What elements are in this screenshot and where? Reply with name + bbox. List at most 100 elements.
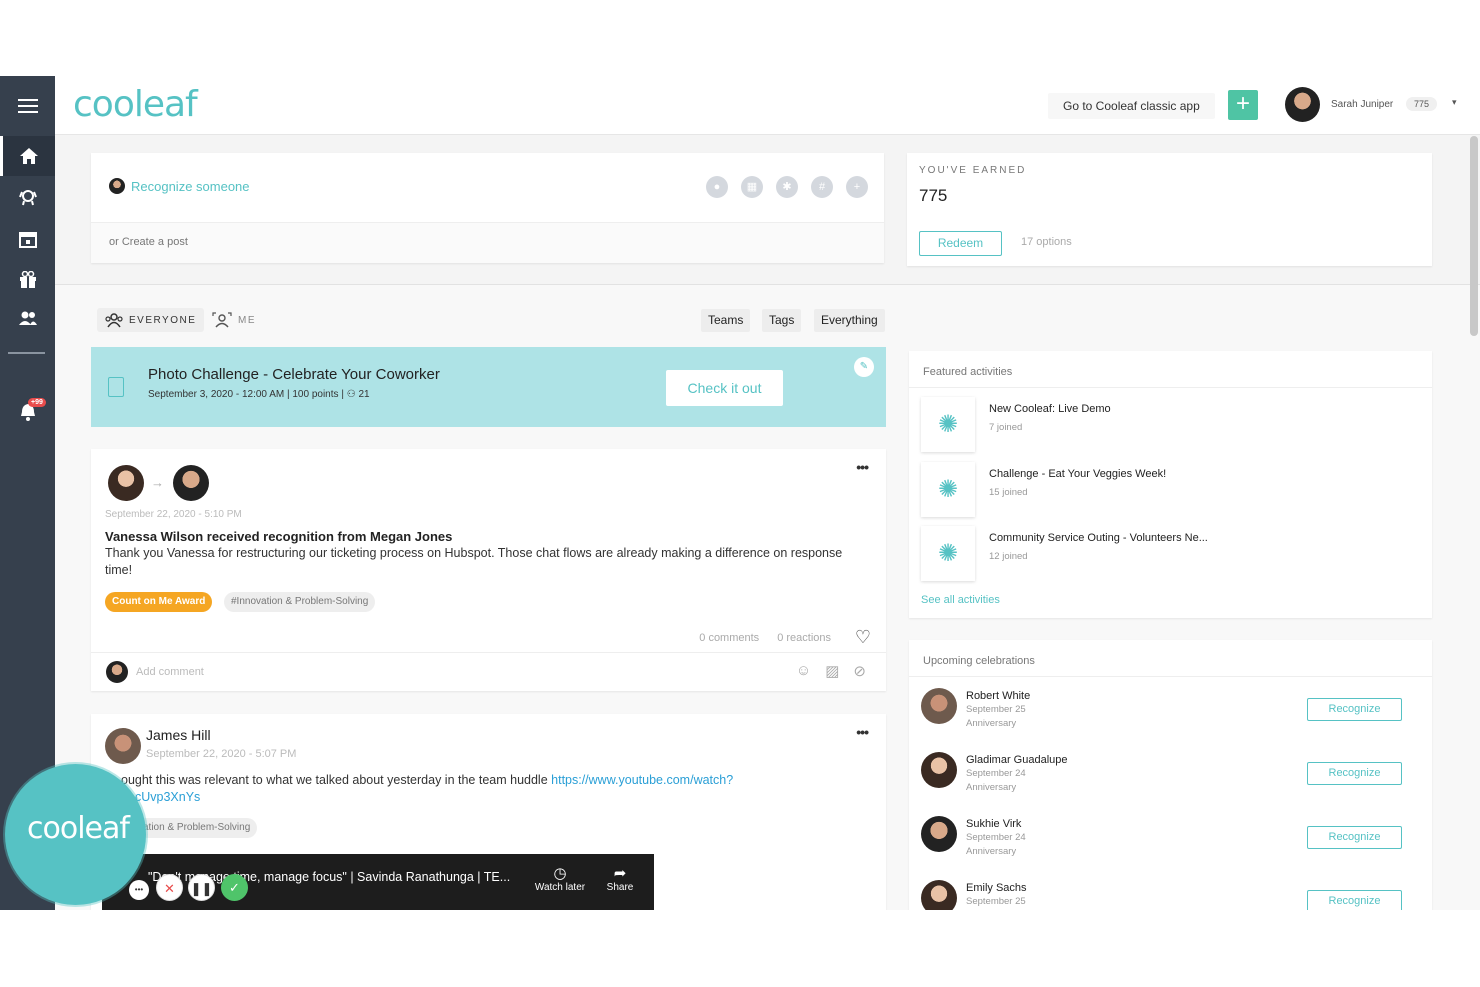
celebrant-avatar[interactable] — [921, 752, 957, 788]
earned-card: YOU'VE EARNED 775 Redeem 17 options — [907, 153, 1432, 266]
pause-recording-icon[interactable]: ❚❚ — [188, 874, 215, 901]
activity-item[interactable]: ✺ Challenge - Eat Your Veggies Week! 15 … — [921, 462, 1421, 517]
challenge-title[interactable]: Photo Challenge - Celebrate Your Coworke… — [148, 366, 440, 383]
recognize-button[interactable]: Recognize — [1307, 826, 1402, 849]
activity-name[interactable]: Community Service Outing - Volunteers Ne… — [989, 532, 1208, 544]
activity-thumbnail-icon: ✺ — [921, 397, 975, 452]
bulb-icon[interactable]: ● — [706, 176, 728, 198]
user-avatar[interactable] — [1285, 87, 1320, 122]
challenge-points: 100 points — [292, 389, 339, 400]
emoji-icon[interactable]: ☺ — [796, 662, 811, 680]
celebrant-name[interactable]: Emily Sachs — [966, 882, 1027, 894]
author-avatar[interactable] — [105, 728, 141, 764]
author-name[interactable]: James Hill — [146, 727, 211, 743]
cooleaf-logo[interactable]: cooleaf — [73, 84, 198, 125]
comments-count[interactable]: 0 comments — [699, 632, 759, 644]
header-divider — [55, 284, 1480, 285]
page-scrollbar[interactable] — [1470, 136, 1478, 336]
celebration-type: Anniversary — [966, 846, 1017, 857]
celebrant-avatar[interactable] — [921, 816, 957, 852]
activity-item[interactable]: ✺ Community Service Outing - Volunteers … — [921, 526, 1421, 581]
recognize-label: Recognize someone — [131, 178, 250, 194]
celebrations-title: Upcoming celebrations — [923, 655, 1035, 667]
calendar-icon[interactable] — [0, 219, 55, 259]
tab-teams[interactable]: Teams — [701, 309, 751, 332]
activity-item[interactable]: ✺ New Cooleaf: Live Demo 7 joined — [921, 397, 1421, 452]
award-icon[interactable] — [0, 177, 55, 217]
heart-icon[interactable]: ♡ — [855, 627, 871, 648]
people-icon[interactable] — [0, 298, 55, 338]
celebrant-avatar[interactable] — [921, 688, 957, 724]
group-icon — [105, 313, 123, 328]
more-control-icon[interactable]: ••• — [129, 880, 149, 900]
activity-name[interactable]: New Cooleaf: Live Demo — [989, 403, 1111, 415]
menu-icon[interactable] — [0, 86, 55, 126]
celebration-item: Emily Sachs September 25 Recognize — [921, 880, 1421, 910]
youtube-link-cont[interactable]: cUvp3XnYs — [135, 790, 200, 804]
filter-everyone[interactable]: EVERYONE — [97, 308, 205, 332]
tab-everything[interactable]: Everything — [814, 309, 885, 332]
celebration-date: September 25 — [966, 704, 1026, 715]
cancel-recording-icon[interactable]: ✕ — [156, 874, 183, 901]
receiver-avatar[interactable] — [173, 465, 209, 501]
challenge-participants: 21 — [358, 389, 370, 400]
redeem-button[interactable]: Redeem — [919, 231, 1002, 256]
post2-body: ought this was relevant to what we talke… — [121, 772, 861, 806]
activity-thumbnail-icon: ✺ — [921, 526, 975, 581]
celebrant-name[interactable]: Sukhie Virk — [966, 818, 1021, 830]
home-icon[interactable] — [0, 136, 55, 176]
watch-later-label: Watch later — [534, 882, 586, 893]
image-icon[interactable]: ▨ — [825, 662, 839, 680]
activity-name[interactable]: Challenge - Eat Your Veggies Week! — [989, 468, 1166, 480]
bell-icon[interactable] — [0, 392, 55, 432]
celebrant-name[interactable]: Gladimar Guadalupe — [966, 754, 1068, 766]
clock-icon: ◷ — [553, 865, 567, 882]
create-post-link[interactable]: or Create a post — [91, 222, 884, 263]
attachment-icon[interactable]: ⊘ — [853, 662, 866, 680]
see-all-activities-link[interactable]: See all activities — [921, 594, 1000, 606]
watch-later-control[interactable]: ◷ Watch later — [530, 864, 590, 893]
youtube-link[interactable]: https://www.youtube.com/watch? — [551, 773, 733, 787]
bubble-logo: cooleaf — [27, 811, 130, 846]
comment-input[interactable]: Add comment — [136, 666, 204, 678]
comment-icons: ☺ ▨ ⊘ — [796, 662, 866, 680]
recognize-button[interactable]: Recognize — [1307, 698, 1402, 721]
activity-thumbnail-icon: ✺ — [921, 462, 975, 517]
gift-icon[interactable] — [0, 260, 55, 300]
check-it-out-button[interactable]: Check it out — [666, 370, 783, 406]
pin-icon[interactable]: ✎ — [854, 357, 874, 377]
post2-tag[interactable]: ation & Problem-Solving — [136, 818, 258, 838]
hashtag-icon[interactable]: # — [811, 176, 833, 198]
recorder-bubble[interactable]: cooleaf — [5, 764, 146, 905]
celebration-item: Sukhie Virk September 24 Anniversary Rec… — [921, 816, 1421, 866]
challenge-banner: Photo Challenge - Celebrate Your Coworke… — [91, 347, 886, 427]
recognize-button[interactable]: Recognize — [1307, 890, 1402, 910]
celebrant-avatar[interactable] — [921, 880, 957, 910]
participants-icon: ⚇ — [346, 389, 356, 400]
filter-everyone-label: EVERYONE — [129, 314, 197, 326]
more-options-icon[interactable]: ••• — [856, 459, 869, 475]
classic-app-link[interactable]: Go to Cooleaf classic app — [1048, 93, 1215, 119]
confirm-recording-icon[interactable]: ✓ — [221, 874, 248, 901]
reactions-count[interactable]: 0 reactions — [777, 632, 831, 644]
filter-me[interactable]: ME — [208, 308, 260, 332]
plus-icon[interactable]: + — [846, 176, 868, 198]
user-name[interactable]: Sarah Juniper — [1331, 99, 1393, 110]
tag-badge[interactable]: #Innovation & Problem-Solving — [224, 592, 376, 612]
tab-tags[interactable]: Tags — [762, 309, 802, 332]
post2-text: ought this was relevant to what we talke… — [121, 773, 548, 787]
giver-avatar[interactable] — [108, 465, 144, 501]
calendar-icon[interactable]: ▦ — [741, 176, 763, 198]
celebration-type: Anniversary — [966, 718, 1017, 729]
celebrant-name[interactable]: Robert White — [966, 690, 1030, 702]
star-icon[interactable]: ✱ — [776, 176, 798, 198]
award-badge[interactable]: Count on Me Award — [105, 592, 213, 612]
recognize-button[interactable]: Recognize — [1307, 762, 1402, 785]
chevron-down-icon[interactable]: ▾ — [1452, 97, 1457, 108]
comment-row: Add comment ☺ ▨ ⊘ — [91, 652, 886, 691]
video-embed[interactable]: "Don't manage time, manage focus" | Savi… — [102, 854, 654, 910]
share-control[interactable]: ➦ Share — [590, 864, 650, 893]
more-options-icon[interactable]: ••• — [856, 724, 869, 740]
recognize-someone-link[interactable]: Recognize someone — [109, 178, 250, 194]
create-button[interactable]: + — [1228, 90, 1258, 120]
